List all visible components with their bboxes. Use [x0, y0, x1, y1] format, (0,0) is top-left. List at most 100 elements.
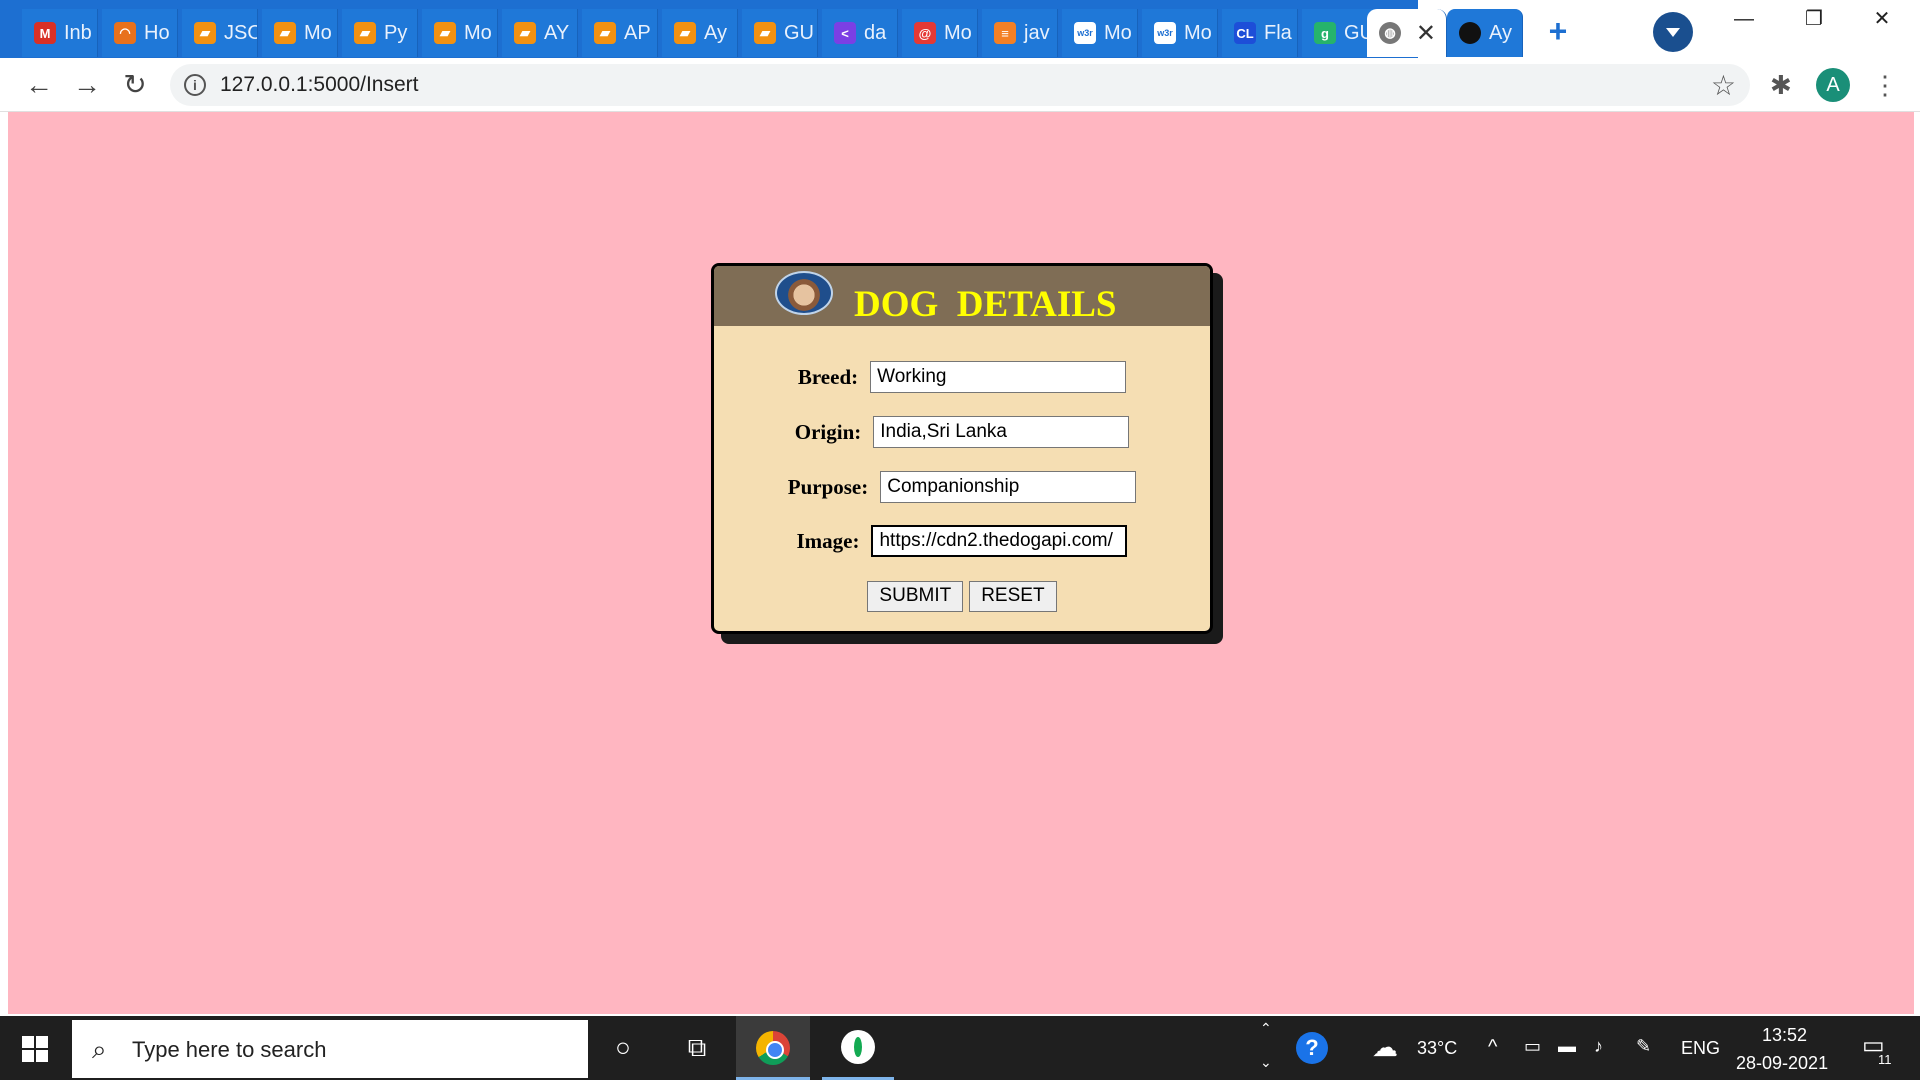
taskbar-search-placeholder: Type here to search	[132, 1037, 327, 1062]
book-icon: ▰	[354, 22, 376, 44]
minimize-button[interactable]: —	[1720, 4, 1768, 34]
origin-label: Origin:	[794, 419, 862, 444]
book-icon: ▰	[434, 22, 456, 44]
w3schools-icon: w3r	[1154, 22, 1176, 44]
weather-cloud-icon[interactable]: ☁	[1372, 1032, 1398, 1063]
tab-label: Mo	[944, 21, 972, 44]
taskbar-search-box[interactable]: ⌕ Type here to search	[72, 1020, 588, 1078]
weather-temperature[interactable]: 33°C	[1417, 1038, 1457, 1059]
tray-scroll-up-icon[interactable]: ⌃	[1260, 1020, 1272, 1037]
tab-label: Mo	[304, 21, 332, 44]
globe-icon: ◍	[1379, 22, 1401, 44]
clock-date[interactable]: 28-09-2021	[1736, 1053, 1828, 1074]
browser-menu-button[interactable]: ⋮	[1872, 68, 1898, 102]
address-bar-url[interactable]: 127.0.0.1:5000/Insert	[220, 73, 419, 97]
help-icon[interactable]: ?	[1296, 1032, 1328, 1064]
image-url-input[interactable]	[871, 525, 1128, 557]
tab-search-button[interactable]	[1653, 12, 1693, 52]
gmail-icon: M	[34, 22, 56, 44]
image-row: Image:	[714, 525, 1210, 557]
taskbar-chrome[interactable]	[736, 1016, 810, 1080]
tab-active-insert[interactable]: ◍ ✕	[1367, 9, 1447, 57]
browser-tab[interactable]: ≡ jav	[982, 9, 1058, 57]
form-actions: SUBMIT RESET	[714, 580, 1210, 612]
site-info-icon[interactable]: i	[184, 74, 206, 96]
clock-time[interactable]: 13:52	[1762, 1025, 1807, 1046]
pen-icon[interactable]: ✎	[1636, 1036, 1651, 1057]
dog-logo	[775, 271, 833, 315]
browser-tab[interactable]: ▰ GU	[742, 9, 818, 57]
chevron-down-icon	[1666, 27, 1680, 37]
browser-toolbar: ← → ↻ i 127.0.0.1:5000/Insert ☆ ✱ A ⋮	[0, 58, 1920, 112]
book-icon: ▰	[674, 22, 696, 44]
tab-label: Fla	[1264, 21, 1292, 44]
browser-tab[interactable]: w3r Mo	[1062, 9, 1138, 57]
extensions-icon[interactable]: ✱	[1770, 70, 1792, 101]
browser-tab[interactable]: < da	[822, 9, 898, 57]
task-view-icon[interactable]: ⧉	[680, 1030, 714, 1064]
book-icon: ▰	[594, 22, 616, 44]
breed-row: Breed:	[714, 361, 1210, 393]
arc-icon: ◠	[114, 22, 136, 44]
image-label: Image:	[796, 528, 860, 553]
breed-input[interactable]	[870, 361, 1127, 393]
browser-tab[interactable]: M Inb	[22, 9, 98, 57]
g-circle-icon: g	[1314, 22, 1336, 44]
cl-icon: CL	[1234, 22, 1256, 44]
browser-tab[interactable]: w3r Mo	[1142, 9, 1218, 57]
tray-scroll-down-icon[interactable]: ⌄	[1260, 1054, 1272, 1071]
taskbar-mongodb-compass[interactable]	[822, 1016, 894, 1080]
page-content: DOG DETAILS Breed: Origin: Purpose: Imag…	[8, 112, 1914, 1014]
search-icon: ⌕	[92, 1034, 107, 1064]
tab-github[interactable]: Ay	[1447, 9, 1523, 57]
tab-label: GU	[784, 21, 814, 44]
windows-start-icon[interactable]	[22, 1036, 48, 1062]
volume-icon[interactable]: ♪	[1594, 1036, 1603, 1057]
show-hidden-icons-icon[interactable]: ^	[1488, 1036, 1497, 1059]
profile-avatar[interactable]: A	[1816, 68, 1850, 102]
chevron-icon: <	[834, 22, 856, 44]
browser-tab[interactable]: ▰ Ay	[662, 9, 738, 57]
tab-label: Mo	[464, 21, 492, 44]
close-tab-icon[interactable]: ✕	[1416, 19, 1436, 48]
forward-button[interactable]: →	[70, 68, 104, 102]
back-button[interactable]: ←	[22, 68, 56, 102]
address-bar[interactable]: i 127.0.0.1:5000/Insert ☆	[170, 64, 1750, 106]
form-header: DOG DETAILS	[714, 266, 1210, 326]
cortana-icon[interactable]: ○	[606, 1030, 640, 1064]
browser-tab[interactable]: ▰ Py	[342, 9, 418, 57]
book-icon: ▰	[274, 22, 296, 44]
browser-tab[interactable]: CL Fla	[1222, 9, 1298, 57]
new-tab-button[interactable]: +	[1538, 12, 1578, 52]
tab-label: Ay	[704, 21, 727, 44]
form-title: DOG DETAILS	[854, 284, 1117, 325]
origin-input[interactable]	[873, 416, 1130, 448]
tab-strip: M Inb ◠ Ho ▰ JSO ▰ Mo ▰ Py ▰ Mo ▰ AY ▰ AP ▰ Ay ▰ GU < da @ Mo ≡ j…	[0, 0, 1920, 58]
tab-label: jav	[1024, 21, 1050, 44]
meet-now-icon[interactable]: ▭	[1524, 1036, 1541, 1057]
language-indicator[interactable]: ENG	[1681, 1038, 1720, 1059]
reload-button[interactable]: ↻	[118, 68, 152, 102]
restore-button[interactable]: ❐	[1790, 4, 1838, 34]
browser-tab[interactable]: ◠ Ho	[102, 9, 178, 57]
reset-button[interactable]: RESET	[969, 580, 1057, 612]
bookmark-star-icon[interactable]: ☆	[1711, 69, 1736, 102]
notification-count: 11	[1878, 1052, 1892, 1067]
close-window-button[interactable]: ✕	[1858, 4, 1906, 34]
tab-label: Ay	[1489, 21, 1512, 44]
tab-label: Ho	[144, 21, 170, 44]
purpose-row: Purpose:	[714, 471, 1210, 503]
origin-row: Origin:	[714, 416, 1210, 448]
browser-tab[interactable]: @ Mo	[902, 9, 978, 57]
battery-icon[interactable]: ▬	[1558, 1036, 1576, 1057]
chrome-icon	[756, 1031, 790, 1065]
browser-tab[interactable]: ▰ Mo	[262, 9, 338, 57]
tab-label: Py	[384, 21, 408, 44]
purpose-input[interactable]	[880, 471, 1137, 503]
browser-tab[interactable]: ▰ AY	[502, 9, 578, 57]
browser-tab[interactable]: ▰ AP	[582, 9, 658, 57]
browser-tab[interactable]: ▰ Mo	[422, 9, 498, 57]
submit-button[interactable]: SUBMIT	[867, 580, 964, 612]
tab-label: Inb	[64, 21, 92, 44]
browser-tab[interactable]: ▰ JSO	[182, 9, 258, 57]
